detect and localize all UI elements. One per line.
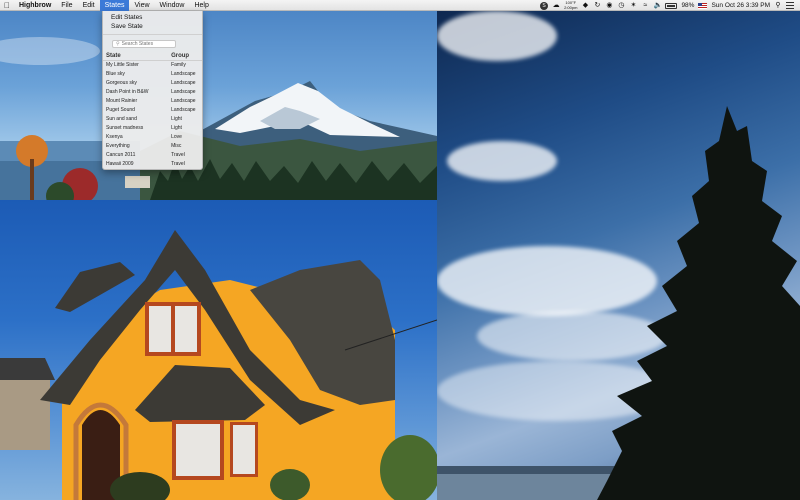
state-group: Light bbox=[171, 116, 182, 122]
cloud-icon[interactable]: ☁ bbox=[552, 2, 560, 10]
state-group: Misc bbox=[171, 143, 182, 149]
state-row[interactable]: Hawaii 2009 Travel bbox=[103, 160, 202, 169]
state-name: Ksenya bbox=[106, 134, 123, 140]
house-photo bbox=[0, 200, 437, 500]
state-row[interactable]: Puget Sound Landscape bbox=[103, 106, 202, 115]
states-menu-dropdown: Edit States Save State ⚲ State Group My … bbox=[102, 11, 203, 170]
spotlight-search-icon[interactable]: ⚲ bbox=[774, 2, 782, 10]
state-group: Love bbox=[171, 134, 182, 140]
state-name: Cancun 2011 bbox=[106, 152, 136, 158]
state-row[interactable]: My Little Sister Family bbox=[103, 61, 202, 70]
house-scene bbox=[0, 230, 437, 500]
state-name: Dash Point in B&W bbox=[106, 89, 149, 95]
state-row[interactable]: Blue sky Landscape bbox=[103, 70, 202, 79]
state-name: My Little Sister bbox=[106, 62, 139, 68]
state-row[interactable]: Sun and sand Light bbox=[103, 115, 202, 124]
state-name: Everything bbox=[106, 143, 130, 149]
battery-percent[interactable]: 98% bbox=[681, 2, 694, 9]
skype-icon[interactable]: S bbox=[540, 1, 549, 10]
column-header-group[interactable]: Group bbox=[171, 51, 199, 60]
state-name: Blue sky bbox=[106, 71, 125, 77]
state-group: Travel bbox=[171, 152, 185, 158]
notification-center-icon[interactable] bbox=[786, 2, 794, 9]
search-states-input[interactable] bbox=[121, 41, 172, 47]
state-name: Hawaii 2009 bbox=[106, 161, 134, 167]
state-group: Landscape bbox=[171, 107, 196, 113]
tree-silhouette bbox=[437, 106, 800, 500]
states-list: My Little Sister Family Blue sky Landsca… bbox=[103, 61, 202, 169]
sky-tree-photo bbox=[437, 11, 800, 500]
state-row[interactable]: Mount Rainier Landscape bbox=[103, 97, 202, 106]
column-header-state[interactable]: State bbox=[106, 51, 171, 60]
state-name: Puget Sound bbox=[106, 107, 135, 113]
state-row[interactable]: Gorgeous sky Landscape bbox=[103, 79, 202, 88]
wifi-icon[interactable]: ≈ bbox=[641, 2, 649, 10]
menu-app-highbrow[interactable]: Highbrow bbox=[14, 0, 56, 11]
state-group: Family bbox=[171, 62, 186, 68]
state-group: Travel bbox=[171, 161, 185, 167]
history-icon[interactable]: ◷ bbox=[617, 2, 625, 10]
weather-widget[interactable]: 100°F 2:00pm bbox=[564, 0, 578, 10]
menu-bar:  Highbrow File Edit States View Window … bbox=[0, 0, 800, 11]
state-group: Landscape bbox=[171, 89, 196, 95]
volume-icon[interactable]: 🔈 bbox=[653, 2, 662, 10]
state-row[interactable]: Everything Misc bbox=[103, 142, 202, 151]
state-name: Sun and sand bbox=[106, 116, 137, 122]
search-states-field[interactable]: ⚲ bbox=[112, 40, 176, 48]
menu-file[interactable]: File bbox=[56, 0, 77, 11]
weather-time: 2:00pm bbox=[564, 4, 578, 10]
state-name: Gorgeous sky bbox=[106, 80, 137, 86]
clock[interactable]: Sun Oct 26 3:39 PM bbox=[711, 2, 770, 9]
apple-menu-icon[interactable]:  bbox=[0, 1, 14, 10]
status-area: S ☁ 100°F 2:00pm ◆ ↻ ◉ ◷ ✶ ≈ 🔈 98% Sun O… bbox=[540, 0, 800, 11]
menu-window[interactable]: Window bbox=[155, 0, 190, 11]
save-state-menu-item[interactable]: Save State bbox=[103, 22, 202, 31]
sync-icon[interactable]: ↻ bbox=[593, 2, 601, 10]
menu-separator bbox=[103, 34, 202, 35]
menu-view[interactable]: View bbox=[129, 0, 154, 11]
lock-icon[interactable]: ◉ bbox=[605, 2, 613, 10]
state-group: Landscape bbox=[171, 80, 196, 86]
bluetooth-icon[interactable]: ✶ bbox=[629, 2, 637, 10]
state-name: Sunset madness bbox=[106, 125, 144, 131]
state-row[interactable]: Sunset madness Light bbox=[103, 124, 202, 133]
state-row[interactable]: Dash Point in B&W Landscape bbox=[103, 88, 202, 97]
input-source-flag-icon[interactable] bbox=[698, 2, 708, 9]
state-group: Landscape bbox=[171, 98, 196, 104]
mountain-scene bbox=[0, 37, 437, 200]
edit-states-menu-item[interactable]: Edit States bbox=[103, 13, 202, 22]
state-row[interactable]: Cancun 2011 Travel bbox=[103, 151, 202, 160]
menu-edit[interactable]: Edit bbox=[78, 0, 100, 11]
mountain-photo bbox=[0, 11, 437, 200]
state-group: Landscape bbox=[171, 71, 196, 77]
search-icon: ⚲ bbox=[116, 41, 120, 47]
states-table-header: State Group bbox=[103, 51, 202, 61]
dropbox-icon[interactable]: ◆ bbox=[581, 2, 589, 10]
battery-icon[interactable] bbox=[665, 2, 678, 9]
state-group: Light bbox=[171, 125, 182, 131]
menu-states[interactable]: States bbox=[99, 0, 130, 11]
state-name: Mount Rainier bbox=[106, 98, 138, 104]
menu-help[interactable]: Help bbox=[189, 0, 213, 11]
state-row[interactable]: Ksenya Love bbox=[103, 133, 202, 142]
